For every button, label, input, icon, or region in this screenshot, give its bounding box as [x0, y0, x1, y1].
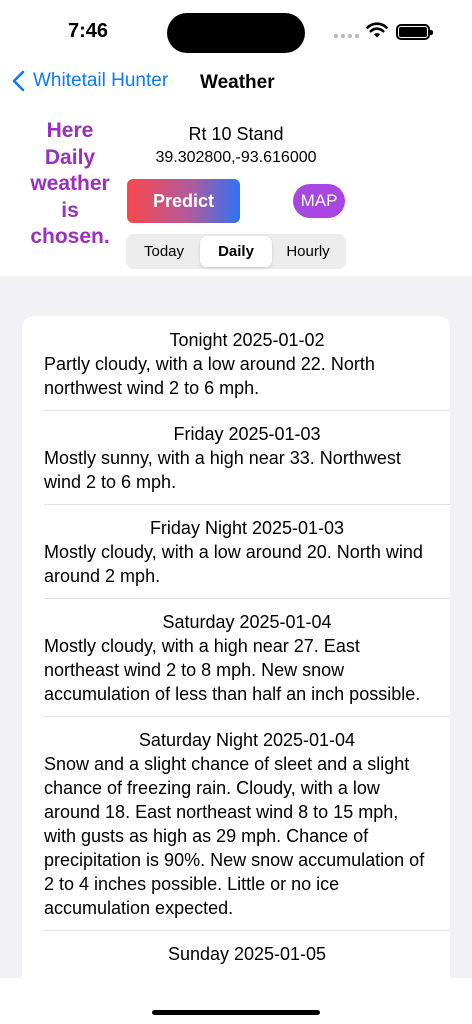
navigation-bar: Whitetail Hunter Weather [0, 62, 472, 106]
forecast-segmented-control: Today Daily Hourly [126, 234, 346, 269]
forecast-row: Sunday 2025-01-05 [22, 930, 450, 976]
forecast-list[interactable]: Tonight 2025-01-02 Partly cloudy, with a… [22, 316, 450, 978]
page-title: Weather [200, 72, 275, 93]
back-button[interactable]: Whitetail Hunter [12, 70, 168, 92]
stand-coordinates: 39.302800,-93.616000 [155, 149, 317, 166]
forecast-period: Saturday Night 2025-01-04 [138, 730, 356, 750]
forecast-description: Partly cloudy, with a low around 22. Nor… [44, 354, 375, 398]
forecast-period: Friday 2025-01-03 [173, 424, 321, 444]
status-time: 7:46 [68, 20, 109, 42]
forecast-row: Saturday Night 2025-01-04 Snow and a sli… [22, 716, 450, 930]
annotation-note: Here Daily weather is chosen. [30, 119, 110, 248]
home-indicator[interactable] [152, 1010, 320, 1015]
forecast-period: Sunday 2025-01-05 [167, 944, 327, 964]
forecast-row: Tonight 2025-01-02 Partly cloudy, with a… [22, 316, 450, 410]
map-button[interactable]: MAP [293, 184, 345, 218]
forecast-period: Tonight 2025-01-02 [169, 330, 325, 350]
forecast-period: Saturday 2025-01-04 [162, 612, 332, 632]
segment-hourly[interactable]: Hourly [272, 236, 344, 267]
chevron-left-icon [12, 70, 25, 92]
forecast-row: Friday 2025-01-03 Mostly sunny, with a h… [22, 410, 450, 504]
forecast-list-background: Tonight 2025-01-02 Partly cloudy, with a… [0, 276, 472, 978]
forecast-row: Saturday 2025-01-04 Mostly cloudy, with … [22, 598, 450, 716]
stand-name: Rt 10 Stand [188, 124, 284, 144]
predict-button[interactable]: Predict [127, 179, 240, 223]
segment-daily[interactable]: Daily [200, 236, 272, 267]
forecast-description: Mostly cloudy, with a low around 20. Nor… [44, 542, 423, 586]
forecast-period: Friday Night 2025-01-03 [149, 518, 345, 538]
forecast-description: Mostly sunny, with a high near 33. North… [44, 448, 401, 492]
cellular-signal-icon [334, 34, 359, 38]
status-bar: 7:46 [0, 0, 472, 62]
forecast-row: Friday Night 2025-01-03 Mostly cloudy, w… [22, 504, 450, 598]
home-indicator-area [0, 978, 472, 1024]
forecast-description: Snow and a slight chance of sleet and a … [44, 754, 425, 918]
back-button-label: Whitetail Hunter [33, 70, 169, 91]
dynamic-island [167, 13, 305, 53]
battery-icon [396, 24, 433, 40]
forecast-description: Mostly cloudy, with a high near 27. East… [44, 636, 421, 704]
segment-today[interactable]: Today [128, 236, 200, 267]
wifi-icon [366, 22, 388, 38]
